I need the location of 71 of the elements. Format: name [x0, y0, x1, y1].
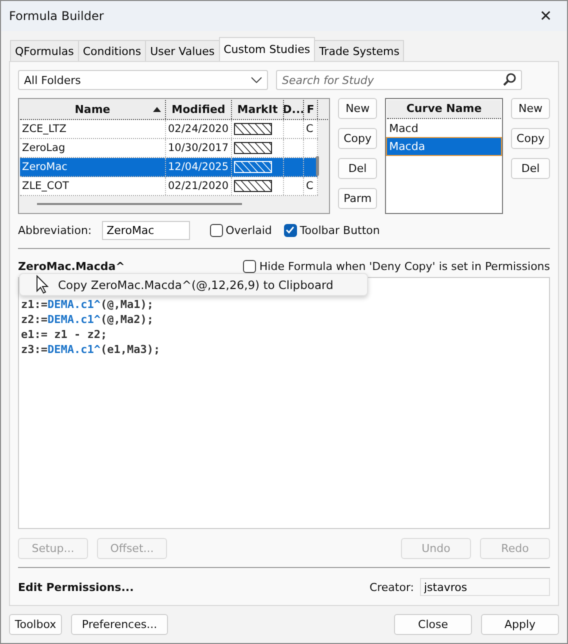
curve-button[interactable]: Copy [511, 128, 550, 149]
cursor-icon [36, 275, 49, 294]
code-line: z3:=DEMA.c1^(e1,Ma3); [21, 342, 162, 357]
study-button[interactable]: New [338, 98, 378, 119]
hatched-swatch-icon [234, 142, 272, 154]
column-header[interactable]: MarkIt [232, 100, 284, 119]
table-cell: 02/21/2020 [168, 180, 229, 192]
code-line: z2:=DEMA.c1^(@,Ma2); [21, 312, 154, 327]
curve-button[interactable]: Del [511, 158, 550, 179]
tab[interactable]: Trade Systems [314, 40, 404, 61]
curve-item[interactable]: Macd [387, 120, 501, 137]
table-cell: 12/04/2025 [168, 161, 229, 173]
footer-button[interactable]: Preferences... [71, 614, 168, 635]
chevron-down-icon [251, 77, 262, 83]
scrollbar-thumb[interactable] [316, 156, 320, 176]
hatched-swatch-icon [234, 161, 272, 173]
search-field[interactable]: Search for Study [276, 70, 522, 90]
folder-dropdown[interactable]: All Folders [18, 70, 268, 90]
curve-item[interactable]: Macda [387, 138, 501, 155]
table-cell: 10/30/2017 [168, 142, 229, 154]
hatched-swatch-icon [234, 123, 272, 135]
window-title: Formula Builder [9, 9, 104, 23]
checkbox-label[interactable]: Toolbar Button [300, 224, 380, 236]
checkbox-label[interactable]: Overlaid [226, 224, 272, 236]
sort-up-icon [153, 107, 161, 112]
abbreviation-label: Abbreviation: [18, 224, 92, 236]
study-button[interactable]: Del [338, 158, 378, 179]
tooltip[interactable]: Copy ZeroMac.Macda^(@,12,26,9) to Clipboard [19, 273, 368, 296]
checkmark-icon [285, 225, 296, 235]
abbreviation-field[interactable]: ZeroMac [102, 220, 190, 240]
checkbox-label[interactable]: Hide Formula when 'Deny Copy' is set in Permissions [259, 260, 550, 272]
table-cell: ZeroLag [22, 142, 66, 154]
curve-button[interactable]: New [511, 98, 550, 119]
tooltip-text: Copy ZeroMac.Macda^(@,12,26,9) to Clipboard [58, 278, 334, 292]
footer-button[interactable]: Toolbox [9, 614, 62, 635]
hatched-swatch-icon [234, 180, 272, 192]
table-cell: 02/24/2020 [168, 123, 229, 135]
checkbox[interactable] [210, 224, 223, 236]
edit-permissions-link[interactable]: Edit Permissions... [18, 580, 134, 594]
checkbox[interactable] [284, 224, 297, 236]
search-icon [503, 73, 516, 86]
table-row[interactable]: ZeroMac 12/04/2025 [20, 158, 318, 177]
column-header[interactable]: D... [284, 100, 304, 119]
scrollbar-thumb[interactable] [37, 203, 242, 205]
creator-label: Creator: [369, 580, 414, 594]
column-header[interactable]: F [304, 100, 318, 119]
tab[interactable]: User Values [145, 40, 220, 61]
column-header[interactable]: Name [20, 100, 166, 119]
checkbox[interactable] [243, 260, 256, 272]
formula-title: ZeroMac.Macda^ [18, 260, 125, 272]
column-header[interactable]: Modified [166, 100, 232, 119]
study-button[interactable]: Copy [338, 128, 378, 149]
table-cell: ZCE_LTZ [22, 123, 66, 135]
code-line: e1:= z1 - z2; [21, 327, 108, 342]
column-header[interactable]: Curve Name [387, 100, 501, 119]
tab[interactable]: Conditions [78, 40, 146, 61]
close-button[interactable]: ✕ [531, 3, 561, 29]
footer-button[interactable]: Apply [481, 614, 559, 635]
table-cell: ZLE_COT [22, 180, 69, 192]
table-cell: C [306, 123, 314, 135]
table-row[interactable]: ZeroLag 10/30/2017 [20, 139, 318, 158]
footer-button[interactable]: Close [394, 614, 472, 635]
table-cell: C [306, 180, 314, 192]
table-row[interactable]: ZCE_LTZ 02/24/2020 C [20, 120, 318, 139]
creator-field[interactable]: jstavros [420, 578, 550, 596]
tab[interactable]: QFormulas [10, 40, 79, 61]
tab[interactable]: Custom Studies [218, 37, 316, 61]
study-button[interactable]: Parm [338, 188, 378, 209]
table-cell: ZeroMac [22, 161, 68, 173]
table-row[interactable]: ZLE_COT 02/21/2020 C [20, 177, 318, 196]
code-line: z1:=DEMA.c1^(@,Ma1); [21, 297, 154, 312]
